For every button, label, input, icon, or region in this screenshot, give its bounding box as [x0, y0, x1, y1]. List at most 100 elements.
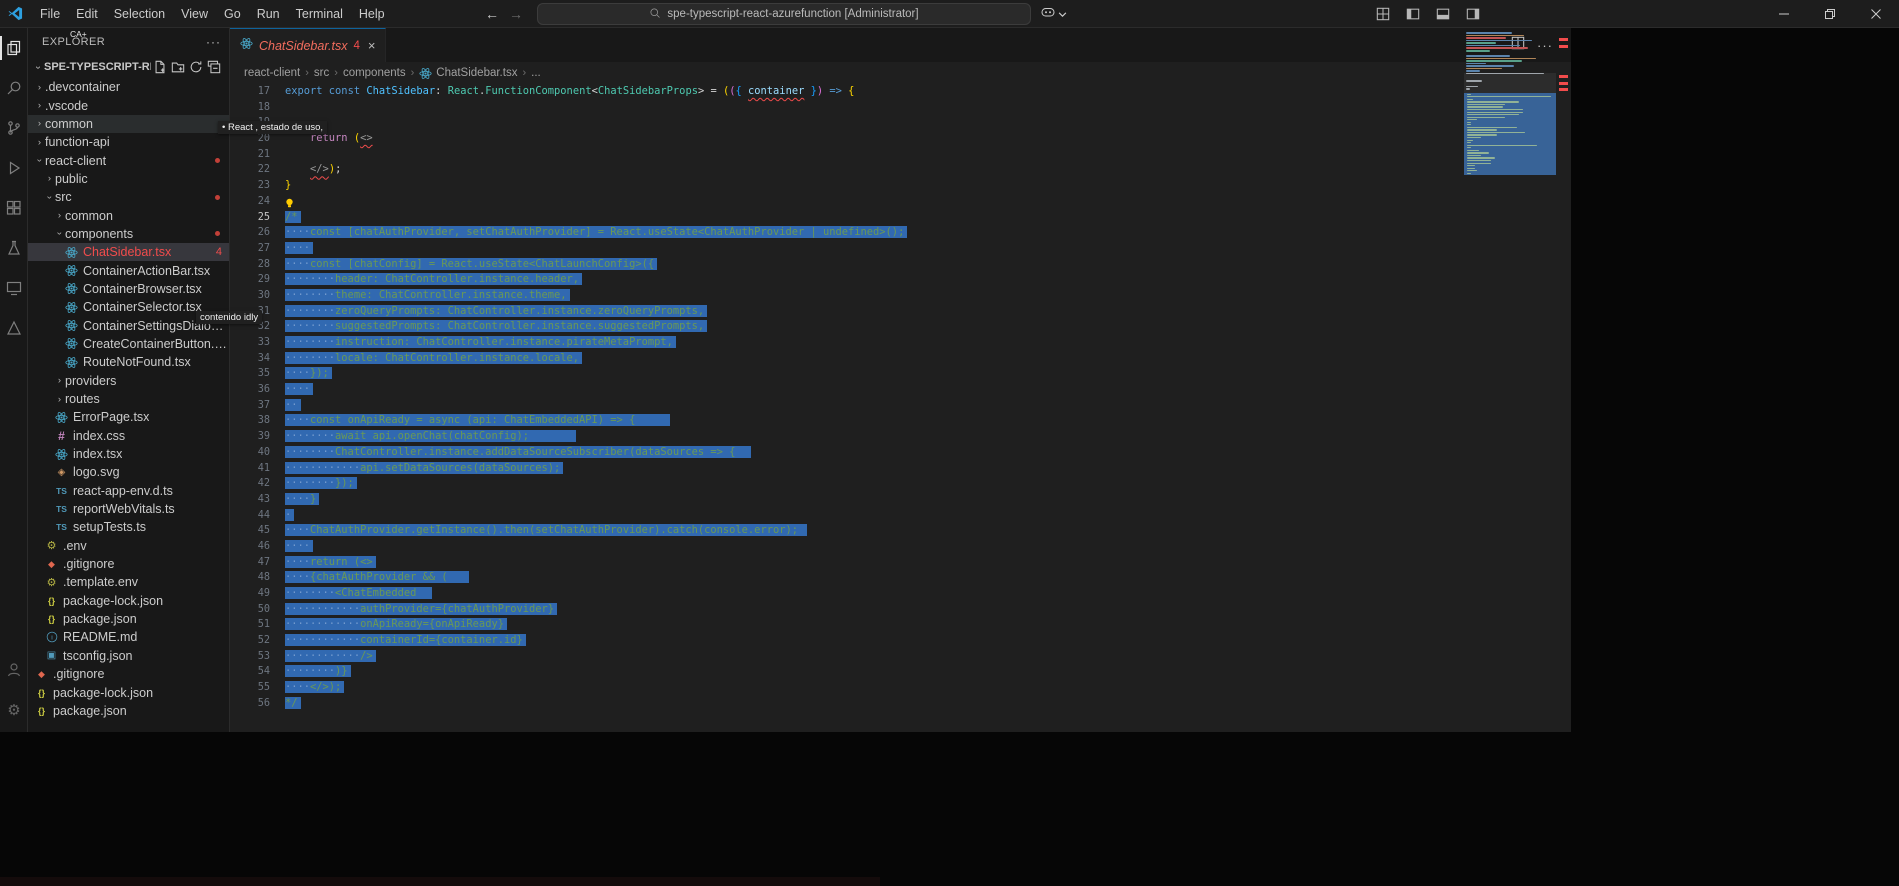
- code-line[interactable]: 29········header: ChatController.instanc…: [230, 272, 1460, 288]
- tree-file-chatsidebar-tsx[interactable]: ChatSidebar.tsx4: [28, 243, 229, 261]
- tree-file-errorpage-tsx[interactable]: ErrorPage.tsx: [28, 408, 229, 426]
- code-line[interactable]: 52············containerId={container.id}: [230, 633, 1460, 649]
- activitybar-accounts-icon[interactable]: [0, 650, 28, 690]
- activitybar-search-icon[interactable]: [0, 68, 28, 108]
- menu-edit[interactable]: Edit: [68, 0, 106, 28]
- code-line[interactable]: 35····});: [230, 366, 1460, 382]
- tree-folder-common[interactable]: ›common: [28, 206, 229, 224]
- tree-folder-public[interactable]: ›public: [28, 170, 229, 188]
- code-line[interactable]: 48····{chatAuthProvider && (: [230, 570, 1460, 586]
- overview-ruler[interactable]: [1556, 28, 1571, 732]
- close-icon[interactable]: ×: [368, 38, 376, 53]
- code-line[interactable]: 47····return (<>: [230, 555, 1460, 571]
- code-line[interactable]: 24: [230, 194, 1460, 210]
- minimap-viewport[interactable]: [1464, 73, 1556, 175]
- code-line[interactable]: 22 </>);: [230, 162, 1460, 178]
- refresh-icon[interactable]: [187, 58, 205, 76]
- code-line[interactable]: 37··: [230, 398, 1460, 414]
- tree-file-createcontainerbutton-tsx[interactable]: CreateContainerButton.tsx: [28, 335, 229, 353]
- menu-view[interactable]: View: [173, 0, 216, 28]
- tree-folder--vscode[interactable]: ›.vscode: [28, 96, 229, 114]
- code-line[interactable]: 30········theme: ChatController.instance…: [230, 288, 1460, 304]
- menu-file[interactable]: File: [32, 0, 68, 28]
- tree-folder-src[interactable]: ›src: [28, 188, 229, 206]
- customize-layout-icon[interactable]: [1372, 3, 1394, 25]
- activitybar-source-control-icon[interactable]: [0, 108, 28, 148]
- code-line[interactable]: 17export const ChatSidebar: React.Functi…: [230, 84, 1460, 100]
- code-line[interactable]: 53············/>: [230, 649, 1460, 665]
- tree-file-package-json[interactable]: {}package.json: [28, 610, 229, 628]
- code-line[interactable]: 41············api.setDataSources(dataSou…: [230, 461, 1460, 477]
- minimap[interactable]: [1464, 28, 1556, 678]
- breadcrumb-item[interactable]: ChatSidebar.tsx: [419, 67, 517, 80]
- code-line[interactable]: 38····const onApiReady = async (api: Cha…: [230, 413, 1460, 429]
- breadcrumb-item[interactable]: react-client: [244, 67, 300, 79]
- code-line[interactable]: 39········await api.openChat(chatConfig)…: [230, 429, 1460, 445]
- code-line[interactable]: 26····const [chatAuthProvider, setChatAu…: [230, 225, 1460, 241]
- workspace-section-header[interactable]: › SPE-TYPESCRIPT-REAC...: [28, 56, 229, 78]
- tree-file-readme-md[interactable]: iREADME.md: [28, 628, 229, 646]
- close-button[interactable]: [1853, 0, 1899, 28]
- menu-terminal[interactable]: Terminal: [288, 0, 351, 28]
- more-actions-icon[interactable]: ···: [206, 35, 221, 49]
- code-line[interactable]: 49········<ChatEmbedded: [230, 586, 1460, 602]
- code-area[interactable]: 17export const ChatSidebar: React.Functi…: [230, 84, 1460, 712]
- tree-file-package-lock-json[interactable]: {}package-lock.json: [28, 683, 229, 701]
- tree-file-index-css[interactable]: #index.css: [28, 427, 229, 445]
- code-line[interactable]: 33········instruction: ChatController.in…: [230, 335, 1460, 351]
- code-line[interactable]: 56*/: [230, 696, 1460, 712]
- code-line[interactable]: 23}: [230, 178, 1460, 194]
- code-line[interactable]: 27····: [230, 241, 1460, 257]
- tree-file-package-json[interactable]: {}package.json: [28, 702, 229, 720]
- activitybar-testing-icon[interactable]: [0, 228, 28, 268]
- code-line[interactable]: 21: [230, 147, 1460, 163]
- forward-arrow-icon[interactable]: →: [509, 6, 523, 22]
- code-line[interactable]: 50············authProvider={chatAuthProv…: [230, 602, 1460, 618]
- activitybar-remote-icon[interactable]: [0, 268, 28, 308]
- code-line[interactable]: 34········locale: ChatController.instanc…: [230, 351, 1460, 367]
- copilot-menu[interactable]: [1040, 4, 1067, 25]
- tree-folder-react-client[interactable]: ›react-client: [28, 151, 229, 169]
- tree-file-index-tsx[interactable]: index.tsx: [28, 445, 229, 463]
- new-folder-icon[interactable]: [169, 58, 187, 76]
- new-file-icon[interactable]: [151, 58, 169, 76]
- code-line[interactable]: 42········});: [230, 476, 1460, 492]
- tree-file-tsconfig-json[interactable]: ▣tsconfig.json: [28, 647, 229, 665]
- activitybar-settings-icon[interactable]: ⚙: [0, 690, 28, 730]
- tree-file--env[interactable]: ⚙.env: [28, 537, 229, 555]
- activitybar-run-debug-icon[interactable]: [0, 148, 28, 188]
- tree-file-containerbrowser-tsx[interactable]: ContainerBrowser.tsx: [28, 280, 229, 298]
- tree-file-package-lock-json[interactable]: {}package-lock.json: [28, 592, 229, 610]
- code-line[interactable]: 31········zeroQueryPrompts: ChatControll…: [230, 304, 1460, 320]
- menu-go[interactable]: Go: [216, 0, 249, 28]
- tree-folder-function-api[interactable]: ›function-api: [28, 133, 229, 151]
- activitybar-azure-icon[interactable]: [0, 308, 28, 348]
- code-line[interactable]: 51············onApiReady={onApiReady}: [230, 617, 1460, 633]
- tree-file--gitignore[interactable]: ◆.gitignore: [28, 555, 229, 573]
- breadcrumb-item[interactable]: ...: [531, 67, 541, 79]
- code-line[interactable]: 19: [230, 115, 1460, 131]
- tree-file-containeractionbar-tsx[interactable]: ContainerActionBar.tsx: [28, 261, 229, 279]
- command-center-search[interactable]: spe-typescript-react-azurefunction [Admi…: [537, 3, 1031, 25]
- code-line[interactable]: 40········ChatController.instance.addDat…: [230, 445, 1460, 461]
- breadcrumb-item[interactable]: src: [314, 67, 329, 79]
- toggle-sidebar-icon[interactable]: [1402, 3, 1424, 25]
- code-line[interactable]: 43····}: [230, 492, 1460, 508]
- restore-button[interactable]: [1807, 0, 1853, 28]
- code-line[interactable]: 25/*: [230, 210, 1460, 226]
- tree-folder-routes[interactable]: ›routes: [28, 390, 229, 408]
- breadcrumb-item[interactable]: components: [343, 67, 406, 79]
- activitybar-extensions-icon[interactable]: [0, 188, 28, 228]
- code-line[interactable]: 28····const [chatConfig] = React.useStat…: [230, 257, 1460, 273]
- code-line[interactable]: 44·: [230, 508, 1460, 524]
- code-line[interactable]: 54········)}: [230, 664, 1460, 680]
- menu-selection[interactable]: Selection: [106, 0, 173, 28]
- menu-help[interactable]: Help: [351, 0, 393, 28]
- toggle-secondary-sidebar-icon[interactable]: [1462, 3, 1484, 25]
- tree-folder-providers[interactable]: ›providers: [28, 372, 229, 390]
- tree-file-reportwebvitals-ts[interactable]: TSreportWebVitals.ts: [28, 500, 229, 518]
- tree-file-logo-svg[interactable]: ◈logo.svg: [28, 463, 229, 481]
- minimize-button[interactable]: [1761, 0, 1807, 28]
- activitybar-explorer-icon[interactable]: [0, 28, 28, 68]
- collapse-all-icon[interactable]: [205, 58, 223, 76]
